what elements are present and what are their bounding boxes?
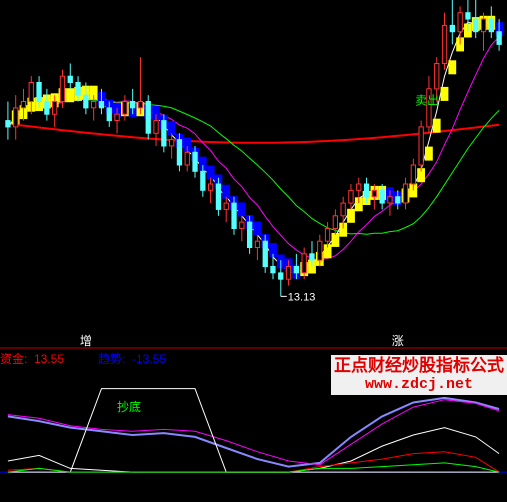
candle-body: [293, 266, 300, 274]
candle-body: [122, 101, 128, 115]
candle-body: [371, 189, 378, 198]
candle-body: [348, 189, 354, 204]
trend-band-block: [206, 165, 215, 180]
candle-body: [75, 82, 81, 96]
candle-body: [98, 101, 105, 109]
indicator-marker-label: 增: [80, 334, 92, 348]
trend-band-block: [425, 146, 433, 161]
candle-body: [106, 107, 112, 122]
candle-body: [379, 189, 385, 204]
candle-body: [145, 101, 151, 134]
trend-band-block: [440, 86, 449, 101]
candle-body: [363, 183, 370, 198]
candle-body: [161, 120, 167, 147]
ma-long-line: [7, 98, 500, 235]
candle-body: [441, 24, 448, 64]
candle-body: [317, 240, 323, 261]
trend-band-block: [167, 121, 176, 136]
candle-body: [28, 82, 34, 102]
candle-body: [176, 139, 183, 166]
candle-body: [434, 63, 440, 90]
legend-value: -13.55: [132, 352, 166, 366]
candle-body: [5, 120, 11, 128]
candle-body: [410, 164, 417, 185]
candle-body: [169, 139, 175, 147]
ma-slow-line: [7, 122, 500, 144]
candle-body: [473, 18, 479, 33]
legend-name: 趋势:: [98, 352, 125, 366]
trend-band-block: [237, 202, 246, 217]
candle-body: [465, 12, 471, 20]
candle-body: [488, 18, 495, 33]
candle-body: [395, 196, 401, 204]
candle-body: [114, 113, 120, 121]
candle-body: [239, 221, 245, 229]
candle-body: [387, 196, 393, 204]
sell-signal-label: 卖出: [415, 94, 439, 108]
candle-body: [270, 266, 276, 274]
candle-body: [309, 253, 315, 261]
candle-body: [231, 202, 237, 230]
trend-band-block: [253, 221, 262, 236]
candle-body: [91, 101, 97, 109]
candle-body: [44, 101, 50, 115]
bottom-signal-label: 抄底: [117, 399, 141, 414]
candle-body: [496, 31, 502, 45]
candle-body: [254, 240, 261, 248]
candle-body: [200, 170, 206, 191]
trend-band-block: [222, 184, 231, 199]
watermark-title: 正点财经炒股指标公式: [334, 356, 504, 376]
candle-body: [67, 75, 73, 83]
candle-body: [83, 94, 89, 109]
candle-body: [137, 101, 144, 109]
candle-body: [285, 266, 292, 280]
candle-body: [184, 151, 190, 166]
candle-body: [208, 183, 214, 191]
trend-band-block: [331, 232, 340, 247]
candle-body: [59, 75, 66, 103]
candle-body: [130, 101, 136, 109]
candle-body: [20, 101, 27, 109]
min-price-label: 13.13: [288, 291, 316, 303]
candle-body: [356, 183, 362, 191]
legend-value: 13.55: [34, 352, 64, 366]
candle-body: [13, 107, 19, 128]
candle-body: [223, 202, 229, 210]
candle-body: [324, 228, 331, 242]
candle-body: [278, 272, 284, 280]
trend-band-block: [347, 208, 355, 223]
candle-body: [402, 183, 409, 204]
legend-name: 资金:: [0, 351, 27, 366]
candle-body: [247, 221, 253, 249]
candle-body: [36, 82, 42, 102]
price-panel: 13.13 卖出: [5, 0, 503, 303]
stock-chart-svg: 13.13 卖出 增 涨资金: 13.55 趋势: -13.55 抄底: [0, 0, 507, 473]
candle-body: [457, 12, 463, 33]
indicator-marker-label: 涨: [392, 333, 404, 348]
trend-band-block: [448, 60, 457, 75]
trend-band-block: [432, 118, 441, 133]
candle-body: [449, 24, 456, 33]
indicator-panel: 增 涨资金: 13.55 趋势: -13.55 抄底: [0, 333, 507, 473]
indicator-series-line: [7, 462, 500, 473]
candle-body: [153, 120, 159, 134]
candle-body: [480, 18, 487, 33]
candle-body: [215, 183, 222, 210]
trend-band-block: [66, 88, 75, 103]
candle-body: [192, 151, 198, 172]
candle-body: [52, 101, 58, 115]
watermark-url: www.zdcj.net: [364, 376, 474, 393]
candle-body: [301, 253, 307, 274]
watermark-banner: 正点财经炒股指标公式 www.zdcj.net: [331, 355, 507, 395]
candle-body: [332, 215, 339, 230]
candle-body: [262, 240, 268, 268]
chart-canvas: 13.13 卖出 增 涨资金: 13.55 趋势: -13.55 抄底 正点财经炒股指标公式…: [0, 0, 507, 502]
candle-body: [340, 202, 346, 217]
candle-body: [418, 126, 424, 166]
